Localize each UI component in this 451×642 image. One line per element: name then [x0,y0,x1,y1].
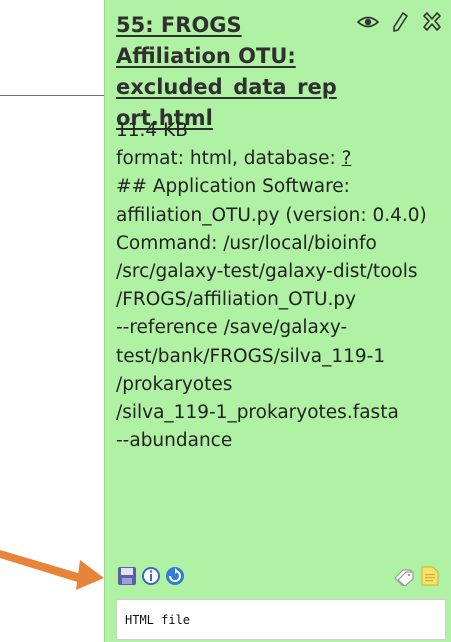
database-link[interactable]: ? [342,148,352,169]
dataset-format: format: html, database: [116,148,342,170]
info-line: ## Application Software: [116,176,350,198]
info-line: /src/galaxy-test/galaxy-dist/tools [116,261,418,283]
orange-arrow-icon [0,550,104,590]
dataset-size: 11.4 KB [116,120,188,141]
connector-line [0,95,104,96]
eye-icon[interactable] [355,9,381,35]
info-line: /FROGS/affiliation_OTU.py [116,289,357,311]
rerun-icon[interactable] [164,565,186,587]
info-line: /prokaryotes [116,373,233,395]
dataset-header-icons [355,9,445,35]
info-line: /silva_119-1_prokaryotes.fasta [116,402,399,424]
dataset-title[interactable]: 55: FROGS Affiliation OTU: excluded_data… [116,10,348,134]
dataset-actions [116,565,186,587]
info-line: affiliation_OTU.py (version: 0.4.0) [116,204,427,226]
dataset-format-line: format: html, database: ? [116,145,451,173]
dataset-title-wrap: 55: FROGS Affiliation OTU: excluded_data… [116,10,348,134]
delete-x-icon[interactable] [419,9,445,35]
tags-icon[interactable] [393,565,415,587]
floppy-disk-icon[interactable] [116,565,138,587]
dataset-annotation-icons [393,565,441,587]
dataset-peek: HTML file [116,599,446,640]
info-line: --abundance [116,430,233,452]
dataset-details: 11.4 KB format: html, database: ? ## App… [116,117,451,455]
info-line: test/bank/FROGS/silva_119-1 [116,345,386,367]
note-icon[interactable] [419,565,441,587]
pencil-icon[interactable] [387,9,413,35]
info-line: Command: /usr/local/bioinfo [116,232,377,254]
info-icon[interactable] [140,565,162,587]
dataset-panel: 55: FROGS Affiliation OTU: excluded_data… [104,0,451,642]
info-line: --reference /save/galaxy- [116,317,348,339]
